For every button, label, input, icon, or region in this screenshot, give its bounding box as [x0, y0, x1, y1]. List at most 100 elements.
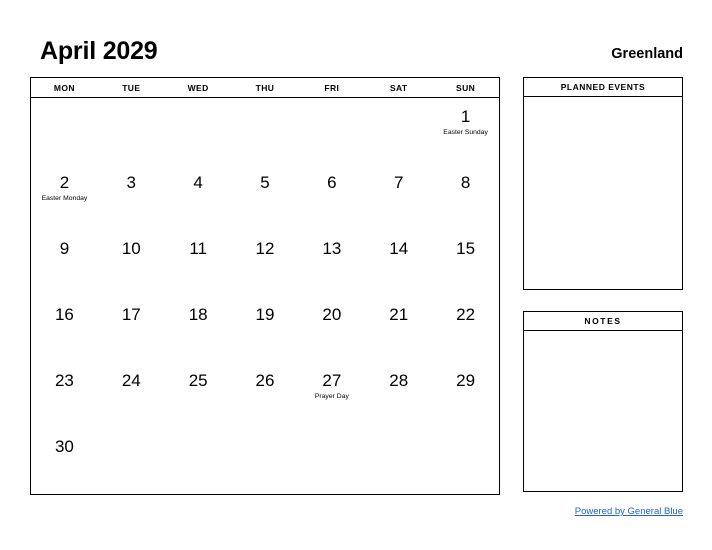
- calendar-week-rows: 1 Easter Sunday 2 Easter Monday 3 4 5 6 7 …: [31, 98, 499, 494]
- day-cell[interactable]: 6: [298, 164, 365, 230]
- day-cell[interactable]: [98, 428, 165, 494]
- day-of-week-header-tue: TUE: [122, 82, 141, 93]
- day-cell[interactable]: 19: [232, 296, 299, 362]
- calendar-week-row: 9 10 11 12 13 14 15: [31, 230, 499, 296]
- day-cell[interactable]: [365, 428, 432, 494]
- day-number: 23: [54, 371, 74, 390]
- calendar-week-row: 2 Easter Monday 3 4 5 6 7 8: [31, 164, 499, 230]
- day-number: 12: [255, 239, 275, 258]
- day-number: 1: [460, 107, 471, 126]
- day-cell[interactable]: 11: [165, 230, 232, 296]
- day-number: 28: [389, 371, 409, 390]
- day-number: 30: [54, 437, 74, 456]
- day-number: 26: [255, 371, 275, 390]
- day-cell[interactable]: 27 Prayer Day: [298, 362, 365, 428]
- notes-body[interactable]: [524, 331, 682, 491]
- planned-events-body[interactable]: [524, 97, 682, 289]
- calendar-week-row: 23 24 25 26 27 Prayer Day 28 29: [31, 362, 499, 428]
- day-cell[interactable]: [232, 98, 299, 164]
- region-label: Greenland: [611, 46, 683, 62]
- day-cell[interactable]: 2 Easter Monday: [31, 164, 98, 230]
- day-number: 21: [389, 305, 409, 324]
- day-of-week-header-row: MON TUE WED THU FRI SAT SUN: [31, 78, 499, 98]
- day-number: 27: [322, 371, 342, 390]
- day-cell[interactable]: 21: [365, 296, 432, 362]
- calendar-grid: MON TUE WED THU FRI SAT SUN 1 Easter Sund…: [30, 77, 500, 495]
- calendar-week-row: 30: [31, 428, 499, 494]
- page-title: April 2029: [40, 37, 158, 65]
- day-cell[interactable]: 28: [365, 362, 432, 428]
- day-number: 13: [322, 239, 342, 258]
- day-number: 22: [456, 305, 476, 324]
- notes-title: NOTES: [524, 312, 682, 331]
- day-cell[interactable]: [298, 98, 365, 164]
- day-number: 16: [54, 305, 74, 324]
- day-cell[interactable]: 30: [31, 428, 98, 494]
- day-number: 18: [188, 305, 208, 324]
- day-cell[interactable]: [31, 98, 98, 164]
- day-cell[interactable]: 25: [165, 362, 232, 428]
- day-cell[interactable]: 22: [432, 296, 499, 362]
- day-number: 5: [260, 173, 270, 192]
- day-event-label: Easter Monday: [41, 195, 88, 202]
- day-cell[interactable]: 20: [298, 296, 365, 362]
- day-cell[interactable]: [165, 428, 232, 494]
- day-cell[interactable]: 3: [98, 164, 165, 230]
- planned-events-panel: PLANNED EVENTS: [523, 77, 683, 290]
- day-cell[interactable]: 13: [298, 230, 365, 296]
- day-cell[interactable]: [432, 428, 499, 494]
- day-number: 25: [188, 371, 208, 390]
- day-number: 29: [456, 371, 476, 390]
- day-number: 14: [389, 239, 409, 258]
- day-cell[interactable]: 12: [232, 230, 299, 296]
- day-number: 8: [460, 173, 471, 192]
- day-number: 15: [456, 239, 476, 258]
- day-cell[interactable]: 4: [165, 164, 232, 230]
- day-of-week-header-sun: SUN: [456, 82, 476, 93]
- day-cell[interactable]: 16: [31, 296, 98, 362]
- day-number: 2: [59, 173, 70, 192]
- day-event-label: Prayer Day: [314, 393, 349, 400]
- day-cell[interactable]: 24: [98, 362, 165, 428]
- day-number: 20: [322, 305, 342, 324]
- day-cell[interactable]: [298, 428, 365, 494]
- day-cell[interactable]: 26: [232, 362, 299, 428]
- day-number: 9: [59, 239, 70, 258]
- day-cell[interactable]: 18: [165, 296, 232, 362]
- day-number: 3: [126, 173, 137, 192]
- day-number: 11: [189, 239, 207, 258]
- day-cell[interactable]: 14: [365, 230, 432, 296]
- day-number: 6: [327, 173, 337, 192]
- calendar-week-row: 1 Easter Sunday: [31, 98, 499, 164]
- day-cell[interactable]: 9: [31, 230, 98, 296]
- day-cell[interactable]: 23: [31, 362, 98, 428]
- day-cell[interactable]: 10: [98, 230, 165, 296]
- planned-events-title: PLANNED EVENTS: [524, 78, 682, 97]
- day-cell[interactable]: 5: [232, 164, 299, 230]
- powered-by-link[interactable]: Powered by General Blue: [575, 506, 683, 518]
- day-number: 4: [193, 173, 203, 192]
- day-cell[interactable]: 29: [432, 362, 499, 428]
- day-of-week-header-wed: WED: [187, 82, 209, 93]
- day-of-week-header-mon: MON: [53, 82, 75, 93]
- day-number: 10: [121, 239, 141, 258]
- day-cell[interactable]: 8: [432, 164, 499, 230]
- day-of-week-header-fri: FRI: [324, 82, 340, 93]
- calendar-week-row: 16 17 18 19 20 21 22: [31, 296, 499, 362]
- day-cell[interactable]: [98, 98, 165, 164]
- day-cell[interactable]: 15: [432, 230, 499, 296]
- notes-panel: NOTES: [523, 311, 683, 492]
- day-cell[interactable]: 1 Easter Sunday: [432, 98, 499, 164]
- day-event-label: Easter Sunday: [443, 129, 488, 136]
- day-of-week-header-thu: THU: [255, 82, 275, 93]
- day-number: 7: [393, 173, 404, 192]
- day-cell[interactable]: 7: [365, 164, 432, 230]
- day-cell[interactable]: [365, 98, 432, 164]
- day-cell[interactable]: [165, 98, 232, 164]
- day-cell[interactable]: 17: [98, 296, 165, 362]
- day-cell[interactable]: [232, 428, 299, 494]
- day-number: 19: [255, 305, 275, 324]
- day-of-week-header-sat: SAT: [389, 82, 408, 93]
- day-number: 24: [121, 371, 141, 390]
- day-number: 17: [121, 305, 141, 324]
